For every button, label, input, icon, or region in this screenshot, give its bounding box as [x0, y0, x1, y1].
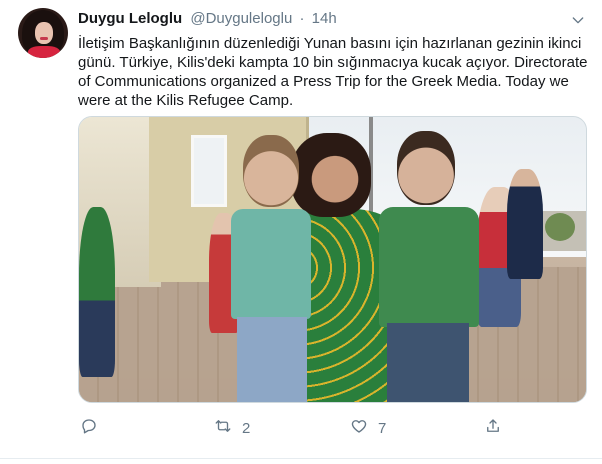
reply-icon	[80, 417, 98, 439]
photo-person	[507, 169, 543, 279]
child-jeans	[237, 317, 307, 402]
tweet-text-line: were at the Kilis Refugee Camp.	[78, 92, 294, 109]
tweet-text-line: of Communications organized a Press Trip…	[78, 73, 569, 90]
tweet-text-line: İletişim Başkanlığının düzenlediği Yunan…	[78, 35, 582, 52]
child-head	[397, 131, 455, 205]
avatar-face	[35, 22, 53, 44]
tweet-text-line: günü. Türkiye, Kilis'deki kampta 10 bin …	[78, 54, 588, 71]
photo-tree	[545, 213, 575, 241]
retweet-button[interactable]: 2	[214, 416, 250, 440]
tweet-actions: 2 7	[78, 416, 508, 440]
heart-icon	[350, 417, 368, 439]
share-icon	[484, 417, 502, 439]
tweet-header: Duygu Leloglu @Duyguleloglu · 14h	[78, 10, 337, 28]
child-shirt	[379, 207, 479, 327]
child-shirt	[231, 209, 311, 319]
photo-child-left	[227, 135, 313, 402]
avatar-shoulder	[28, 46, 60, 58]
retweet-count: 2	[242, 419, 251, 437]
like-count: 7	[378, 419, 387, 437]
chevron-down-icon[interactable]	[570, 12, 586, 28]
child-jeans	[387, 323, 469, 402]
avatar[interactable]	[18, 8, 68, 58]
photo-window	[191, 135, 227, 207]
tweet-card[interactable]: Duygu Leloglu @Duyguleloglu · 14h İletiş…	[0, 0, 602, 464]
tweet-timestamp[interactable]: 14h	[312, 10, 337, 27]
header-separator: ·	[299, 10, 305, 27]
tweet-divider	[0, 458, 602, 459]
tweet-text: İletişim Başkanlığının düzenlediği Yunan…	[78, 34, 590, 110]
reply-button[interactable]	[80, 416, 98, 440]
share-button[interactable]	[484, 416, 502, 440]
author-name[interactable]: Duygu Leloglu	[78, 10, 182, 27]
photo-person	[79, 207, 115, 377]
author-handle[interactable]: @Duyguleloglu	[190, 10, 292, 27]
photo-child-right	[369, 131, 487, 402]
retweet-icon	[214, 417, 232, 439]
child-head	[243, 135, 299, 207]
tweet-photo[interactable]	[78, 116, 587, 403]
avatar-lips	[40, 37, 48, 40]
like-button[interactable]: 7	[350, 416, 386, 440]
